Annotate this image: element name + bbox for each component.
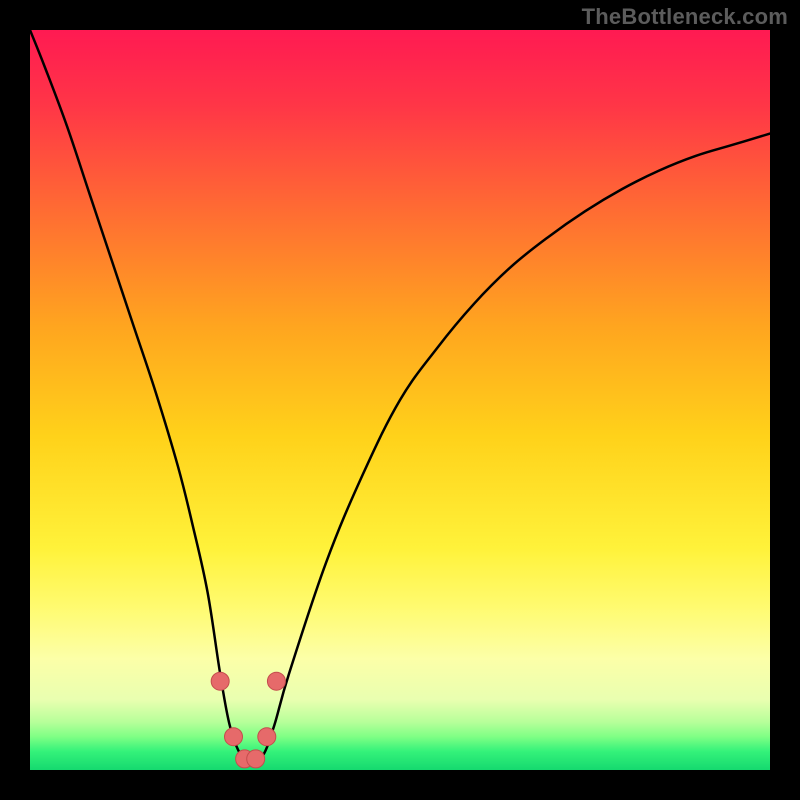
valley-marker [247,750,265,768]
valley-marker [258,728,276,746]
watermark-text: TheBottleneck.com [582,4,788,30]
valley-marker [211,672,229,690]
bottleneck-curve [30,30,770,770]
valley-marker [225,728,243,746]
chart-frame [30,30,770,770]
valley-marker [267,672,285,690]
